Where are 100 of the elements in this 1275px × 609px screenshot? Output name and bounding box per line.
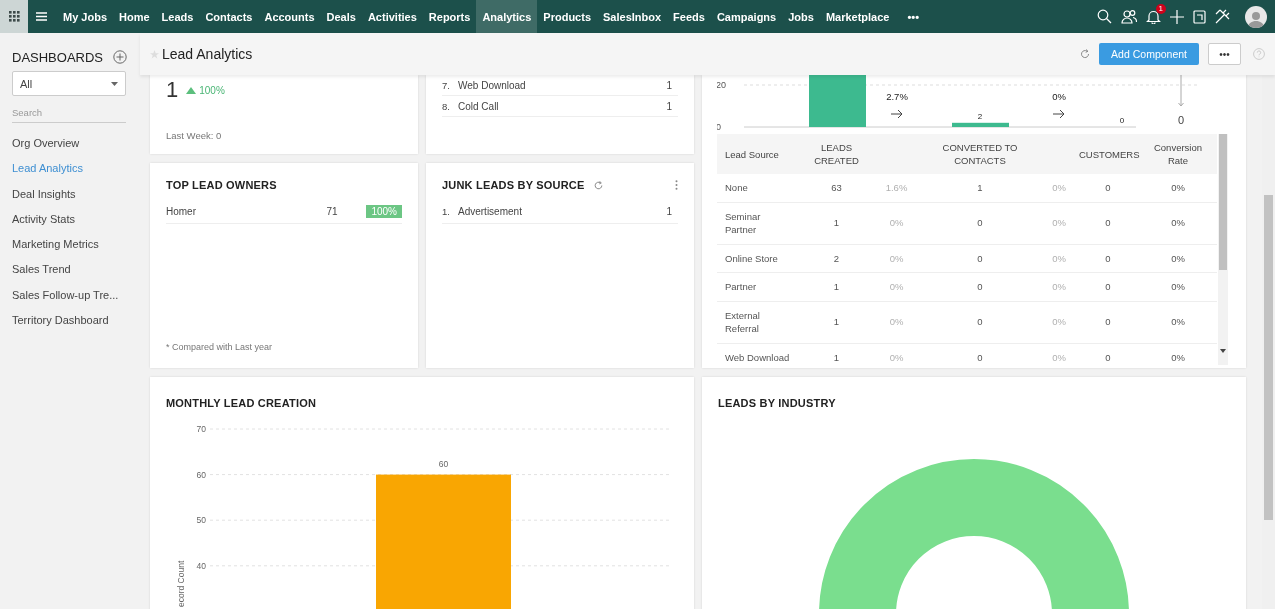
- star-icon[interactable]: [150, 49, 159, 59]
- source-name: Web Download: [458, 79, 527, 91]
- dashboard-link[interactable]: Activity Stats: [12, 209, 140, 236]
- source-name: Advertisement: [458, 205, 523, 217]
- conversion-rate-label: 2.7%: [886, 91, 908, 102]
- nav-tab[interactable]: Reports: [422, 0, 477, 33]
- table-cell: 1: [799, 301, 874, 343]
- people-icon[interactable]: [1121, 9, 1137, 24]
- table-cell: 0: [1077, 174, 1139, 202]
- more-menu[interactable]: •••: [907, 10, 920, 23]
- conversion-rate-label: 0%: [1052, 91, 1066, 102]
- dashboard-link[interactable]: Territory Dashboard: [12, 311, 140, 337]
- table-scrollbar[interactable]: [1218, 134, 1228, 365]
- nav-tab[interactable]: Campaigns: [710, 0, 783, 33]
- right-arrow-icon: [890, 109, 903, 119]
- column-header: Conversion Rate: [1139, 134, 1217, 174]
- bell-icon[interactable]: [1146, 9, 1161, 24]
- final-count: 0: [1177, 114, 1185, 126]
- nav-tab[interactable]: Home: [113, 0, 156, 33]
- share-badge: 100%: [366, 204, 402, 218]
- dashboard-link[interactable]: Deal Insights: [12, 184, 140, 210]
- apps-button[interactable]: [0, 0, 28, 33]
- table-cell: 0%: [1139, 343, 1217, 365]
- card-title: LEADS BY INDUSTRY: [718, 397, 836, 409]
- axis-tick-label: 50: [196, 515, 206, 526]
- card-title: TOP LEAD OWNERS: [166, 179, 278, 191]
- card-title: MONTHLY LEAD CREATION: [166, 397, 317, 409]
- nav-tab[interactable]: Jobs: [782, 0, 820, 33]
- table-cell: 1: [799, 343, 874, 365]
- bar-value-label: 2: [977, 111, 983, 121]
- table-cell: 0%: [1041, 343, 1077, 365]
- refresh-icon[interactable]: [593, 180, 603, 190]
- dashboard-link[interactable]: Sales Trend: [12, 260, 140, 286]
- calendar-icon[interactable]: [1193, 9, 1206, 24]
- refresh-icon[interactable]: [1080, 49, 1091, 59]
- nav-tab[interactable]: My Jobs: [57, 0, 113, 33]
- nav-tab[interactable]: Deals: [320, 0, 362, 33]
- table-cell: 0: [1077, 272, 1139, 301]
- nav-tab[interactable]: Leads: [155, 0, 200, 33]
- table-cell: 0%: [1041, 301, 1077, 343]
- lead-count: 71: [326, 205, 339, 217]
- card-title: JUNK LEADS BY SOURCE: [442, 179, 585, 191]
- axis-tick-label: 20: [717, 80, 726, 90]
- table-cell: 0%: [1041, 174, 1077, 202]
- nav-tab[interactable]: Activities: [361, 0, 423, 33]
- nav-tab[interactable]: Analytics: [476, 0, 538, 33]
- table-cell: 1: [799, 272, 874, 301]
- sidebar-title: DASHBOARDS: [12, 49, 104, 65]
- nav-tab[interactable]: Products: [537, 0, 597, 33]
- source-count: 1: [665, 205, 673, 217]
- table-cell: 0: [919, 244, 1041, 273]
- person-silhouette-icon: [1247, 9, 1265, 28]
- table-cell: Seminar Partner: [717, 202, 799, 244]
- bar-value-label: 0: [1119, 116, 1125, 125]
- caret-icon: [111, 81, 118, 86]
- nav-tab[interactable]: Contacts: [199, 0, 259, 33]
- add-circle-icon[interactable]: [113, 50, 127, 64]
- footnote: * Compared with Last year: [166, 342, 274, 352]
- table-cell: External Referral: [717, 301, 799, 343]
- grid-icon: [8, 11, 20, 22]
- column-header: CUSTOMERS: [1077, 134, 1139, 174]
- nav-tab[interactable]: Accounts: [258, 0, 321, 33]
- nav-tab[interactable]: SalesInbox: [597, 0, 668, 33]
- plus-icon[interactable]: [1170, 9, 1184, 24]
- table-cell: 0%: [874, 301, 919, 343]
- column-header: CONVERTED TO CONTACTS: [919, 134, 1041, 174]
- tools-icon[interactable]: [1215, 9, 1230, 24]
- dashboard-link[interactable]: Sales Follow-up Tre...: [12, 285, 140, 312]
- menu-icon[interactable]: [36, 12, 47, 21]
- nav-tab[interactable]: Feeds: [667, 0, 711, 33]
- dashboard-filter-dropdown[interactable]: All: [12, 71, 126, 96]
- search-field[interactable]: Search: [12, 102, 126, 123]
- axis-tick-label: 0: [717, 122, 721, 132]
- row-number: 8.: [442, 100, 451, 112]
- dashboard-link[interactable]: Org Overview: [12, 134, 140, 160]
- table-cell: 0: [919, 202, 1041, 244]
- nav-tab[interactable]: Marketplace: [819, 0, 896, 33]
- axis-tick-label: 40: [196, 560, 206, 571]
- dashboard-link[interactable]: Marketing Metrics: [12, 235, 140, 261]
- axis-title: ecord Count: [176, 560, 186, 607]
- search-icon[interactable]: [1097, 9, 1112, 24]
- down-caret-icon: [1220, 349, 1226, 353]
- bar-value-label: 60: [438, 458, 449, 469]
- column-header: LEADS CREATED: [799, 134, 874, 174]
- table-cell: 2: [799, 244, 874, 273]
- table-cell: Partner: [717, 272, 799, 301]
- row-number: 1.: [442, 205, 451, 217]
- metric-value: 1: [166, 77, 179, 103]
- kebab-menu-icon[interactable]: [675, 180, 678, 190]
- table-cell: 0: [1077, 343, 1139, 365]
- table-cell: 0: [919, 301, 1041, 343]
- more-button[interactable]: •••: [1208, 43, 1241, 65]
- table-cell: 0%: [1041, 202, 1077, 244]
- table-cell: 0: [1077, 301, 1139, 343]
- table-cell: Online Store: [717, 244, 799, 273]
- column-header: Lead Source: [717, 134, 799, 174]
- table-cell: 0%: [874, 202, 919, 244]
- table-cell: 0%: [874, 272, 919, 301]
- down-arrow-icon: [1178, 75, 1184, 107]
- avatar[interactable]: [1245, 5, 1267, 28]
